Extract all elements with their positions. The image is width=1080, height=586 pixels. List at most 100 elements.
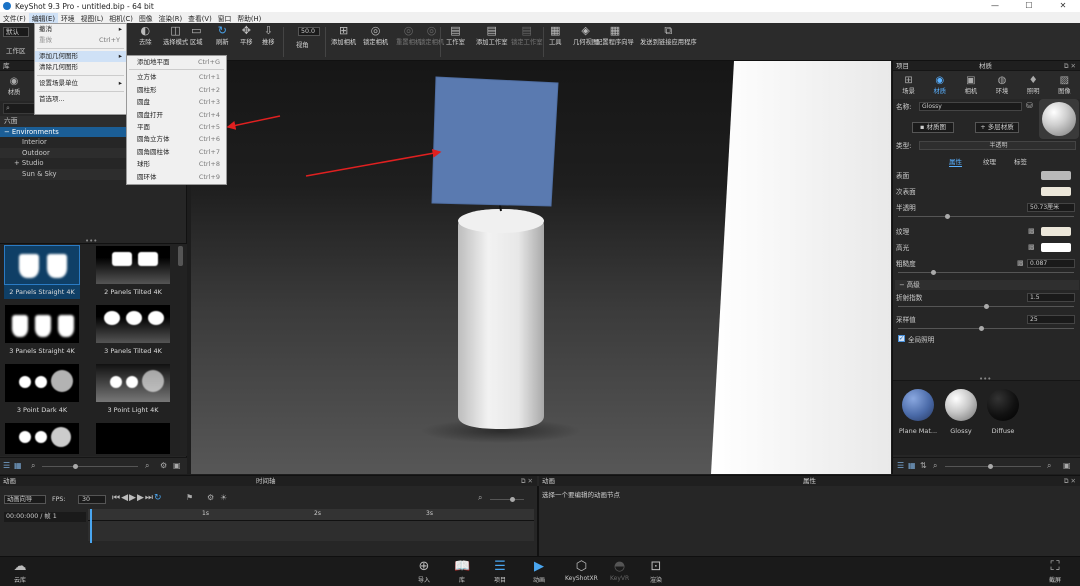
thumb-2-panels-straight[interactable]: 2 Panels Straight 4K xyxy=(4,245,80,299)
import-button[interactable]: ⊕ 导入 xyxy=(416,559,432,584)
tab-image[interactable]: ▨ 图像 xyxy=(1050,75,1078,95)
thumb-item-8[interactable] xyxy=(95,422,171,455)
material-type-select[interactable]: 半透明 xyxy=(919,141,1076,150)
menu-item-plane[interactable]: 平面 Ctrl+5 xyxy=(127,121,226,133)
ior-input[interactable]: 1.5 xyxy=(1027,293,1075,302)
samples-input[interactable]: 25 xyxy=(1027,315,1075,324)
tab-environment[interactable]: ◍ 环境 xyxy=(988,75,1016,95)
subtab-properties[interactable]: 属性 xyxy=(949,156,962,167)
keyframe-icon[interactable]: ⚑ xyxy=(186,493,193,502)
animation-wizard-button[interactable]: 动画向导 xyxy=(4,495,46,504)
timeline-ruler[interactable]: 1s 2s 3s xyxy=(88,509,534,521)
menu-item-preferences[interactable]: 首选项... xyxy=(35,94,126,105)
menu-item-clear-geometry[interactable]: 清除几何图形 xyxy=(35,62,126,73)
zoom-out-icon[interactable]: ⌕ xyxy=(31,461,35,471)
subtab-labels[interactable]: 标签 xyxy=(1014,156,1027,166)
material-graph-button[interactable]: ▪ 材质图 xyxy=(912,122,954,133)
zoom-in-icon[interactable]: ⌕ xyxy=(145,461,149,471)
menu-item-rounded-cylinder[interactable]: 圆角圆柱体 Ctrl+7 xyxy=(127,146,226,158)
thumb-item-7[interactable] xyxy=(4,422,80,455)
workspace-select[interactable]: 默认 xyxy=(3,27,29,37)
tab-material[interactable]: ◉ 材质 xyxy=(926,75,954,95)
texture-map-icon[interactable]: ▩ xyxy=(1028,227,1035,235)
screenshot-button[interactable]: ⛶ 截屏 xyxy=(1047,559,1063,584)
studio-button[interactable]: ▤ 工作室 xyxy=(446,25,465,47)
maximize-button[interactable]: ☐ xyxy=(1012,0,1046,12)
roughness-input[interactable]: 0.087 xyxy=(1027,259,1075,268)
menu-item-ground-plane[interactable]: 添加地平面 Ctrl+G xyxy=(127,56,226,68)
add-studio-button[interactable]: ▤ 添加工作室 xyxy=(476,25,507,47)
pan-button[interactable]: ✥ 平移 xyxy=(240,25,253,47)
timeline-zoom-slider[interactable] xyxy=(510,497,515,502)
send-to-linked-app-button[interactable]: ⧉ 发送到链接应用程序 xyxy=(640,25,697,47)
thumbnail-size-slider[interactable] xyxy=(73,464,78,469)
animation-button[interactable]: ▶ 动画 xyxy=(531,559,547,584)
specular-map-icon[interactable]: ▩ xyxy=(1028,243,1035,251)
sun-icon[interactable]: ☀ xyxy=(220,493,227,502)
cloud-library-button[interactable]: ☁ 云库 xyxy=(12,559,28,584)
translucency-slider[interactable] xyxy=(945,214,950,219)
list-view-icon[interactable]: ☰ xyxy=(897,461,904,470)
material-name-input[interactable]: Glossy xyxy=(919,102,1022,111)
thumb-3-panels-straight[interactable]: 3 Panels Straight 4K xyxy=(4,304,80,358)
library-button[interactable]: 📖 库 xyxy=(454,559,470,584)
list-view-icon[interactable]: ☰ xyxy=(3,461,10,470)
tab-camera[interactable]: ▣ 相机 xyxy=(957,75,985,95)
refresh-button[interactable]: ↻ 刷新 xyxy=(216,25,229,47)
ior-slider[interactable] xyxy=(984,304,989,309)
fov-input[interactable]: 50.0 xyxy=(298,27,320,36)
fps-input[interactable]: 30 xyxy=(78,495,106,504)
render-viewport[interactable] xyxy=(191,61,891,474)
menu-environment[interactable]: 环境 xyxy=(58,13,78,23)
menu-item-sphere[interactable]: 球形 Ctrl+8 xyxy=(127,158,226,170)
timeline-track[interactable] xyxy=(88,521,534,541)
keyshotxr-button[interactable]: ⬡ KeyShotXR xyxy=(565,559,598,582)
playback-controls[interactable]: ⏮◀▶▶⏭↻ xyxy=(112,493,163,503)
translucency-input[interactable]: 50.73厘米 xyxy=(1027,203,1075,212)
add-camera-button[interactable]: ⊞ 添加相机 xyxy=(331,25,356,47)
menu-item-disc-open[interactable]: 圆盘打开 Ctrl+4 xyxy=(127,109,226,121)
menu-item-cube[interactable]: 立方体 Ctrl+1 xyxy=(127,71,226,83)
menu-render[interactable]: 渲染(R) xyxy=(156,13,186,23)
menu-window-view[interactable]: 查看(V) xyxy=(185,13,215,23)
grid-view-icon[interactable]: ▦ xyxy=(14,461,22,470)
roughness-slider[interactable] xyxy=(931,270,936,275)
settings-icon[interactable]: ⚙ xyxy=(160,461,167,470)
menu-item-add-geometry[interactable]: 添加几何图形 ▸ xyxy=(35,51,126,62)
timeline-zoom-icon[interactable]: ⌕ xyxy=(478,493,482,503)
geometry-view-button[interactable]: ◈ 几何视图 xyxy=(573,25,598,47)
menu-view[interactable]: 视图(L) xyxy=(78,13,107,23)
region-button[interactable]: ▭ 区域 xyxy=(190,25,203,47)
tab-scene[interactable]: ⊞ 场景 xyxy=(895,75,923,95)
material-item-glossy[interactable]: Glossy xyxy=(941,389,981,435)
thumb-3-point-dark[interactable]: 3 Point Dark 4K xyxy=(4,363,80,417)
material-item-plane[interactable]: Plane Mat... xyxy=(898,389,938,435)
menu-window[interactable]: 窗口 xyxy=(215,13,235,23)
menu-item-redo[interactable]: 重做 Ctrl+Y xyxy=(35,35,126,46)
candle-cylinder[interactable] xyxy=(458,209,544,429)
menu-file[interactable]: 文件(F) xyxy=(0,13,29,23)
minimize-button[interactable]: — xyxy=(978,0,1012,12)
menu-camera[interactable]: 相机(C) xyxy=(106,13,136,23)
perspective-button[interactable]: 视角 xyxy=(296,42,309,49)
advanced-section-header[interactable]: − 高级 xyxy=(895,280,1079,290)
render-button[interactable]: ⊡ 渲染 xyxy=(648,559,664,584)
zoom-out-icon[interactable]: ⌕ xyxy=(933,461,937,471)
subsurface-color-swatch[interactable] xyxy=(1041,187,1071,196)
thumb-3-panels-tilted[interactable]: 3 Panels Tilted 4K xyxy=(95,304,171,358)
menu-help[interactable]: 帮助(H) xyxy=(234,13,264,23)
tab-materials[interactable]: ◉ 材质 xyxy=(0,76,28,96)
material-item-diffuse[interactable]: Diffuse xyxy=(983,389,1023,435)
tab-lighting[interactable]: ♦ 照明 xyxy=(1019,75,1047,95)
keyvr-button[interactable]: ◓ KeyVR xyxy=(610,559,629,582)
lock-studio-button[interactable]: ▤ 锁定工作室 xyxy=(511,25,542,47)
menu-item-cylinder[interactable]: 圆柱形 Ctrl+2 xyxy=(127,84,226,96)
reset-camera-button[interactable]: ◎ 重置相机 xyxy=(396,25,421,47)
folder-icon[interactable]: ▣ xyxy=(173,461,181,470)
blue-plane[interactable] xyxy=(431,76,559,207)
project-button[interactable]: ☰ 项目 xyxy=(492,559,508,584)
multi-material-button[interactable]: + 多层材质 xyxy=(975,122,1019,133)
menu-edit[interactable]: 编辑(E) xyxy=(28,12,59,23)
timeline-playhead[interactable] xyxy=(90,509,92,543)
menu-item-rounded-cube[interactable]: 圆角立方体 Ctrl+6 xyxy=(127,133,226,145)
